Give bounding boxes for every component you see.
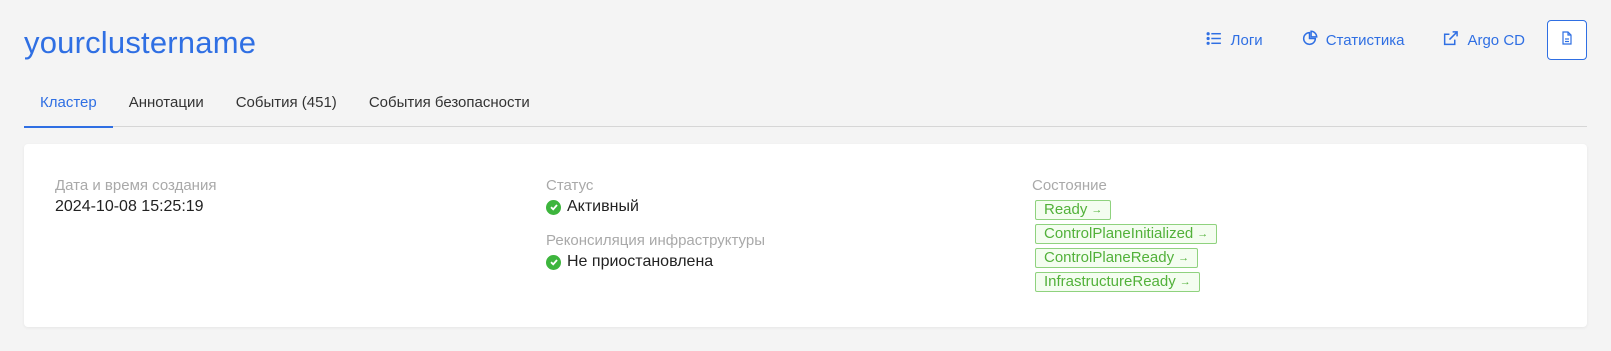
condition-label: InfrastructureReady — [1044, 273, 1176, 290]
pie-chart-icon — [1301, 30, 1318, 51]
created-section: Дата и время создания 2024-10-08 15:25:1… — [55, 177, 216, 217]
arrow-right-icon: → — [1091, 204, 1103, 216]
condition-badge-infrastructure-ready[interactable]: InfrastructureReady → — [1035, 272, 1200, 292]
condition-badge-control-plane-ready[interactable]: ControlPlaneReady → — [1035, 248, 1199, 268]
status-text: Активный — [567, 198, 639, 215]
arrow-right-icon: → — [1179, 276, 1191, 288]
tab-bar: Кластер Аннотации События (451) События … — [24, 84, 1587, 128]
status-value: Активный — [546, 197, 765, 217]
header-actions: Логи Статистика Argo CD — [1168, 20, 1587, 60]
condition-label: ControlPlaneInitialized — [1044, 225, 1194, 242]
created-value: 2024-10-08 15:25:19 — [55, 198, 204, 215]
state-section: Состояние Ready → ControlPlaneInitialize… — [1032, 177, 1218, 292]
argocd-label: Argo CD — [1467, 31, 1525, 49]
condition-list: Ready → ControlPlaneInitialized → Contro… — [1032, 200, 1218, 292]
page-header: yourclustername Логи Статистика Argo CD — [24, 18, 1587, 68]
created-label: Дата и время создания — [55, 177, 217, 194]
arrow-right-icon: → — [1178, 252, 1190, 264]
statistics-label: Статистика — [1325, 31, 1405, 49]
status-section: Статус Активный Реконсиляция инфраструкт… — [546, 177, 765, 272]
arrow-right-icon: → — [1197, 228, 1209, 240]
state-label: Состояние — [1032, 177, 1107, 194]
tab-security-events[interactable]: События безопасности — [353, 84, 546, 127]
list-icon — [1206, 30, 1223, 51]
status-label: Статус — [546, 177, 594, 194]
reconciliation-label: Реконсиляция инфраструктуры — [546, 232, 766, 249]
tab-events[interactable]: События (451) — [220, 84, 353, 127]
condition-badge-control-plane-initialized[interactable]: ControlPlaneInitialized → — [1035, 224, 1218, 244]
page-title: yourclustername — [24, 25, 257, 60]
condition-label: Ready — [1044, 201, 1088, 218]
check-circle-icon — [546, 254, 561, 270]
reconciliation-text: Не приостановлена — [567, 253, 714, 270]
cluster-details-card: Дата и время создания 2024-10-08 15:25:1… — [24, 144, 1587, 327]
tab-annotations[interactable]: Аннотации — [113, 84, 220, 127]
check-circle-icon — [546, 199, 561, 215]
statistics-link[interactable]: Статистика — [1301, 30, 1405, 51]
document-icon — [1560, 30, 1574, 50]
logs-label: Логи — [1230, 31, 1263, 49]
tab-cluster[interactable]: Кластер — [24, 84, 113, 128]
reconciliation-value: Не приостановлена — [546, 252, 765, 272]
document-button[interactable] — [1547, 20, 1587, 60]
condition-badge-ready[interactable]: Ready → — [1035, 200, 1112, 220]
external-link-icon — [1442, 30, 1459, 51]
argocd-link[interactable]: Argo CD — [1442, 30, 1525, 51]
logs-link[interactable]: Логи — [1206, 30, 1263, 51]
condition-label: ControlPlaneReady — [1044, 249, 1175, 266]
